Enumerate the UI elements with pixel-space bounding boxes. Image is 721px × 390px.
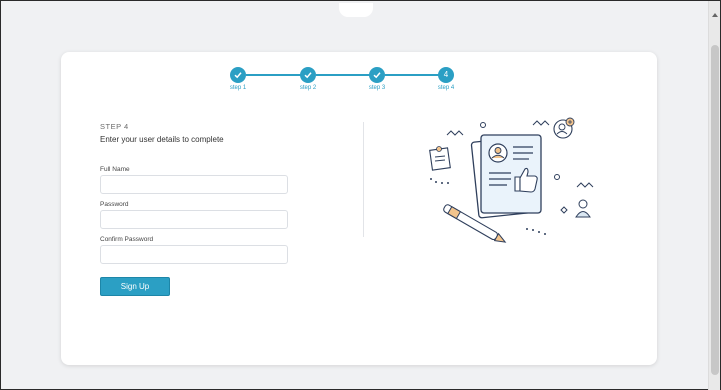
password-input[interactable]	[100, 210, 288, 229]
profile-document-illustration	[429, 117, 594, 243]
scroll-thumb[interactable]	[711, 45, 719, 375]
step-connector	[385, 74, 440, 76]
step-3-label: step 3	[368, 85, 386, 91]
sign-up-button[interactable]: Sign Up	[100, 277, 170, 296]
check-icon	[304, 72, 312, 79]
vertical-divider	[363, 122, 364, 237]
step-1-dot[interactable]	[230, 67, 246, 83]
confirm-password-label: Confirm Password	[100, 236, 154, 243]
check-icon	[234, 72, 242, 79]
step-3-dot[interactable]	[369, 67, 385, 83]
full-name-label: Full Name	[100, 166, 130, 173]
vertical-scrollbar[interactable]	[708, 1, 720, 390]
step-4-dot[interactable]: 4	[438, 67, 454, 83]
step-4-label: step 4	[437, 85, 455, 91]
step-connector	[316, 74, 371, 76]
step-2-dot[interactable]	[300, 67, 316, 83]
step-2-label: step 2	[299, 85, 317, 91]
form-heading: Enter your user details to complete	[100, 135, 224, 144]
browser-viewport: 4 step 1 step 2 step 3 step 4 STEP 4 Ent…	[0, 0, 721, 390]
step-eyebrow: STEP 4	[100, 122, 129, 131]
confirm-password-input[interactable]	[100, 245, 288, 264]
signup-card: 4 step 1 step 2 step 3 step 4 STEP 4 Ent…	[61, 52, 657, 365]
scroll-up-arrow-icon[interactable]	[712, 13, 718, 17]
full-name-input[interactable]	[100, 175, 288, 194]
step-1-label: step 1	[229, 85, 247, 91]
check-icon	[373, 72, 381, 79]
stepper: 4 step 1 step 2 step 3 step 4	[61, 52, 657, 102]
top-handle	[339, 3, 373, 17]
password-label: Password	[100, 201, 129, 208]
step-connector	[246, 74, 302, 76]
